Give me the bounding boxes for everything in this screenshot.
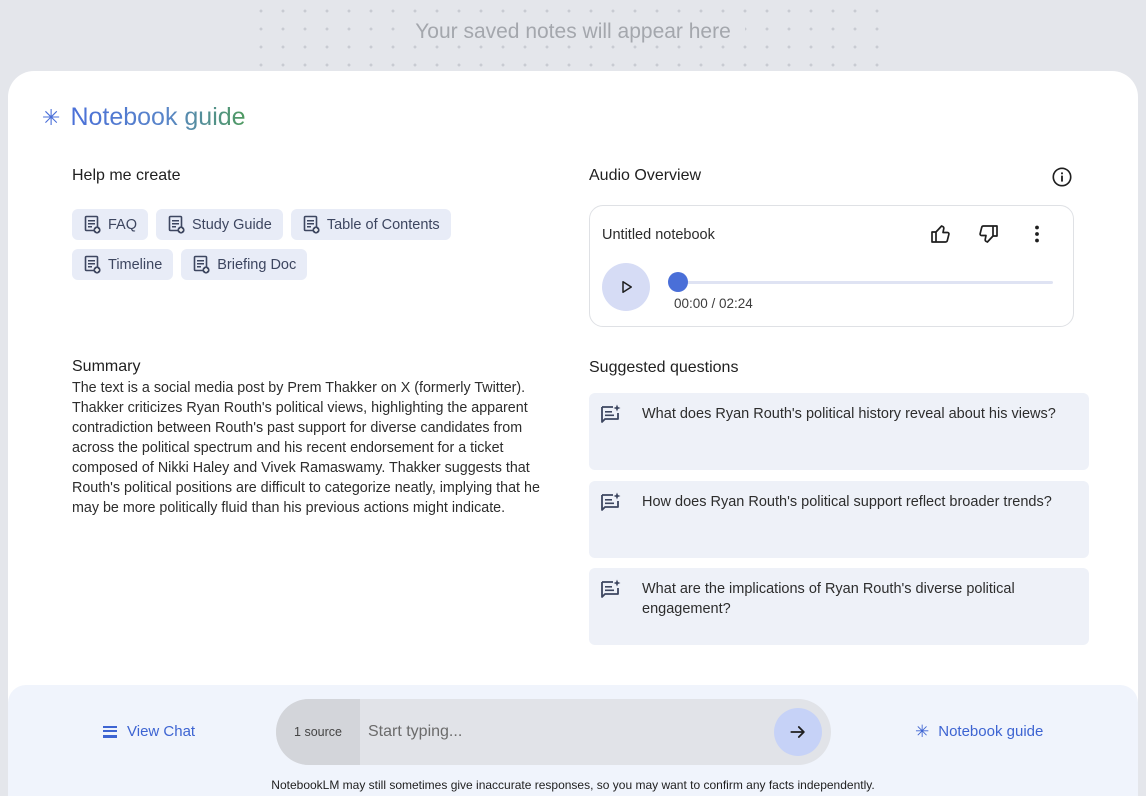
view-chat-button[interactable]: View Chat <box>102 723 195 740</box>
chip-label: Briefing Doc <box>217 256 297 273</box>
chip-label: Study Guide <box>192 216 272 233</box>
info-icon[interactable] <box>1051 166 1073 188</box>
audio-progress-track[interactable] <box>678 281 1053 284</box>
audio-overview-heading: Audio Overview <box>589 167 702 184</box>
thumbs-up-icon[interactable] <box>929 222 953 246</box>
suggested-question[interactable]: What are the implications of Ryan Routh'… <box>589 568 1089 645</box>
thumbs-down-icon[interactable] <box>976 222 1000 246</box>
asterisk-icon: ✳ <box>915 722 930 741</box>
suggested-question-text: How does Ryan Routh's political support … <box>642 494 1052 510</box>
note-sparkle-icon <box>601 404 621 423</box>
help-me-create-heading: Help me create <box>72 167 181 184</box>
doc-icon <box>193 255 210 274</box>
note-sparkle-icon <box>601 579 621 598</box>
create-chip-briefing-doc[interactable]: Briefing Doc <box>181 249 308 280</box>
suggested-questions-heading: Suggested questions <box>589 359 739 376</box>
bottom-bar: View Chat 1 source ✳ Notebook guide Note… <box>8 685 1138 796</box>
doc-icon <box>84 255 101 274</box>
chat-input-box: 1 source <box>276 699 831 765</box>
guide-title-text: Notebook guide <box>70 103 246 131</box>
summary-text: The text is a social media post by Prem … <box>72 380 540 516</box>
play-icon <box>622 281 632 293</box>
source-count-button[interactable]: 1 source <box>276 699 360 765</box>
suggested-question-text: What does Ryan Routh's political history… <box>642 406 1056 422</box>
notebook-guide-button[interactable]: ✳ Notebook guide <box>915 723 1043 740</box>
doc-icon <box>84 215 101 234</box>
doc-icon <box>303 215 320 234</box>
notebook-guide-label: Notebook guide <box>938 723 1044 740</box>
chip-label: Timeline <box>108 256 163 273</box>
guide-title: ✳ Notebook guide <box>42 103 246 132</box>
create-chips: FAQ Study Guide Table of Contents Timeline… <box>72 209 512 289</box>
view-chat-label: View Chat <box>127 723 196 740</box>
doc-icon <box>168 215 185 234</box>
disclaimer-text: NotebookLM may still sometimes give inac… <box>271 778 875 792</box>
audio-time: 00:00 / 02:24 <box>674 296 753 311</box>
suggested-question-text: What are the implications of Ryan Routh'… <box>642 581 1015 617</box>
create-chip-table-of-contents[interactable]: Table of Contents <box>290 209 451 240</box>
asterisk-icon: ✳ <box>42 104 61 130</box>
summary-heading: Summary <box>72 358 141 375</box>
suggested-question[interactable]: How does Ryan Routh's political support … <box>589 481 1089 558</box>
create-chip-timeline[interactable]: Timeline <box>72 249 174 280</box>
play-button[interactable] <box>602 263 650 311</box>
chip-label: Table of Contents <box>326 216 440 233</box>
chip-label: FAQ <box>108 216 138 233</box>
audio-notebook-title: Untitled notebook <box>602 227 715 243</box>
audio-progress-knob[interactable] <box>668 272 688 292</box>
create-chip-faq[interactable]: FAQ <box>72 209 149 240</box>
create-chip-study-guide[interactable]: Study Guide <box>156 209 283 240</box>
chat-input[interactable] <box>368 717 758 747</box>
more-vert-icon[interactable] <box>1025 222 1049 246</box>
audio-overview-card: Untitled notebook 00:00 / 02:24 <box>589 205 1074 327</box>
note-sparkle-icon <box>601 492 621 511</box>
suggested-question[interactable]: What does Ryan Routh's political history… <box>589 393 1089 470</box>
saved-notes-placeholder: Your saved notes will appear here <box>0 20 1146 44</box>
arrow-right-icon <box>790 726 805 738</box>
send-button[interactable] <box>774 708 822 756</box>
chat-icon <box>103 725 117 738</box>
